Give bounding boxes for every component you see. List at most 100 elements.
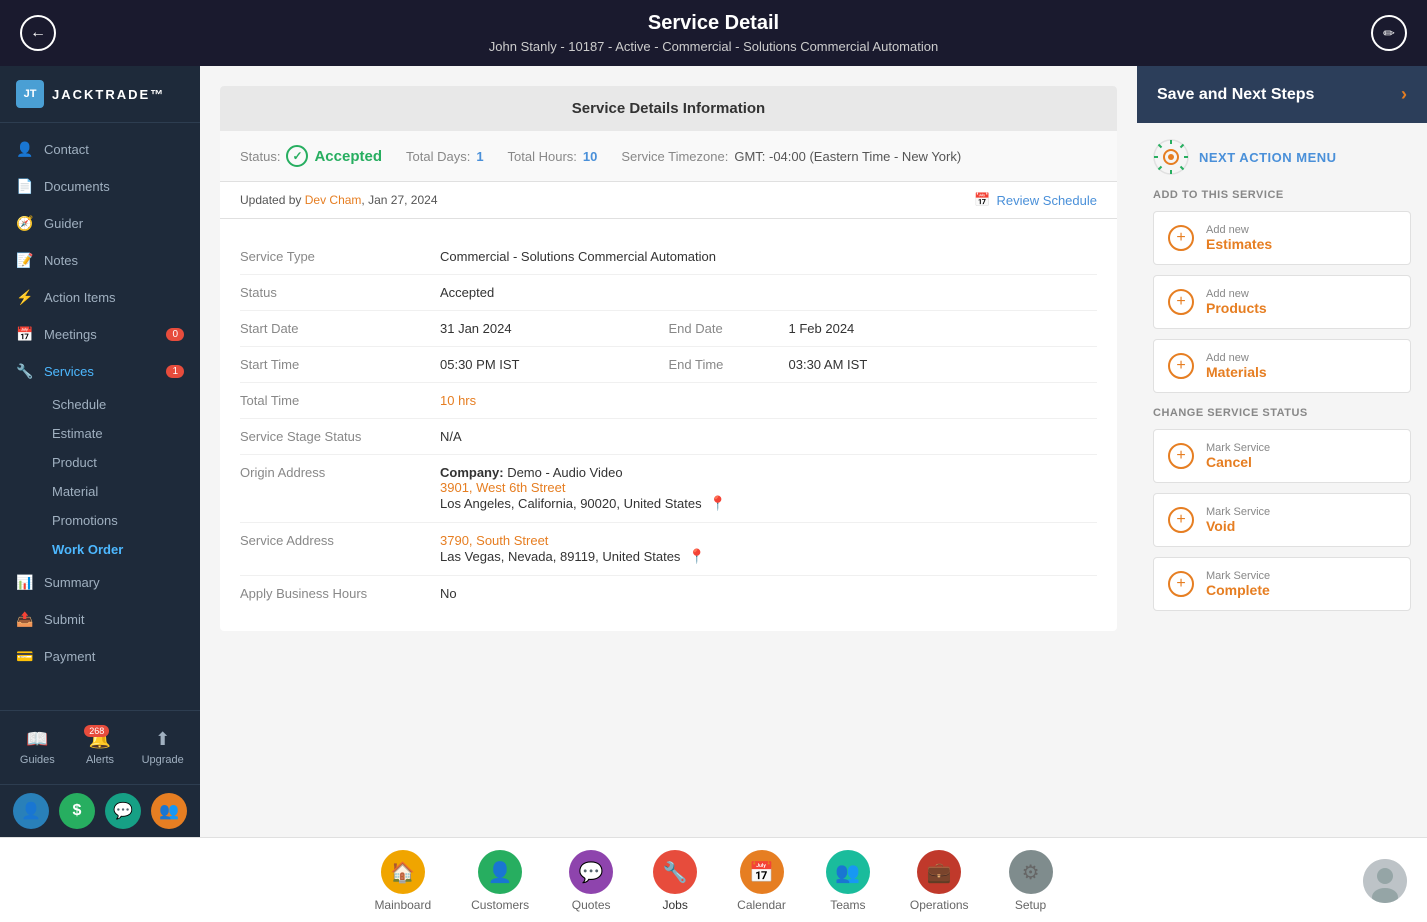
teams-icon: 👥 bbox=[826, 850, 870, 894]
plus-circle-cancel: + bbox=[1168, 443, 1194, 469]
total-days-value: 1 bbox=[476, 149, 483, 164]
user-avatar[interactable] bbox=[1363, 859, 1407, 903]
add-estimates-main: Estimates bbox=[1206, 236, 1272, 252]
nav-operations[interactable]: 💼 Operations bbox=[890, 846, 989, 916]
add-products-button[interactable]: + Add new Products bbox=[1153, 275, 1411, 329]
status-accepted: ✓ Accepted bbox=[286, 145, 382, 167]
services-icon: 🔧 bbox=[16, 363, 34, 380]
sidebar-subitem-product[interactable]: Product bbox=[44, 448, 200, 477]
sidebar-subitem-material[interactable]: Material bbox=[44, 477, 200, 506]
origin-address-line2: Los Angeles, California, 90020, United S… bbox=[440, 495, 1097, 512]
service-address-line1: 3790, South Street bbox=[440, 533, 1097, 548]
end-time-col: End Time 03:30 AM IST bbox=[669, 357, 1098, 372]
service-updated-bar: Updated by Dev Cham, Jan 27, 2024 📅 Revi… bbox=[220, 182, 1117, 219]
total-days-label: Total Days: bbox=[406, 149, 470, 164]
mainboard-icon: 🏠 bbox=[381, 850, 425, 894]
sidebar-subitem-schedule[interactable]: Schedule bbox=[44, 390, 200, 419]
updated-by-name[interactable]: Dev Cham bbox=[305, 193, 362, 207]
sidebar-item-contact[interactable]: 👤 Contact bbox=[0, 131, 200, 168]
sidebar-bottom-icons: 👤 $ 💬 👥 bbox=[0, 784, 200, 837]
nav-teams[interactable]: 👥 Teams bbox=[806, 846, 890, 916]
sidebar-subitem-estimate[interactable]: Estimate bbox=[44, 419, 200, 448]
service-type-value: Commercial - Solutions Commercial Automa… bbox=[440, 249, 1097, 264]
guider-icon: 🧭 bbox=[16, 215, 34, 232]
nav-customers[interactable]: 👤 Customers bbox=[451, 846, 549, 916]
start-date-label: Start Date bbox=[240, 321, 440, 336]
save-next-button[interactable]: Save and Next Steps › bbox=[1137, 66, 1427, 123]
review-schedule-button[interactable]: 📅 Review Schedule bbox=[974, 192, 1097, 208]
calendar-label: Calendar bbox=[737, 898, 786, 912]
sidebar-subitem-work-order[interactable]: Work Order bbox=[44, 535, 200, 564]
sidebar-action-items-label: Action Items bbox=[44, 290, 116, 305]
group-bottom-icon[interactable]: 👥 bbox=[151, 793, 187, 829]
end-time-value: 03:30 AM IST bbox=[789, 357, 1098, 372]
sidebar-item-summary[interactable]: 📊 Summary bbox=[0, 564, 200, 601]
operations-label: Operations bbox=[910, 898, 969, 912]
stage-status-row: Service Stage Status N/A bbox=[240, 419, 1097, 455]
nav-mainboard[interactable]: 🏠 Mainboard bbox=[354, 846, 451, 916]
origin-address-text: Los Angeles, California, 90020, United S… bbox=[440, 496, 702, 511]
sidebar-submenu: Schedule Estimate Product Material Promo… bbox=[0, 390, 200, 564]
setup-label: Setup bbox=[1015, 898, 1046, 912]
edit-button[interactable]: ✏ bbox=[1371, 15, 1407, 51]
guides-label: Guides bbox=[20, 754, 55, 766]
services-badge: 1 bbox=[166, 365, 184, 378]
add-estimates-button[interactable]: + Add new Estimates bbox=[1153, 211, 1411, 265]
status-value: Accepted bbox=[314, 148, 382, 165]
chat-bottom-icon[interactable]: 💬 bbox=[105, 793, 141, 829]
mark-service-cancel-button[interactable]: + Mark Service Cancel bbox=[1153, 429, 1411, 483]
sidebar-footer: 📖 Guides 🔔 268 Alerts ⬆ Upgrade bbox=[0, 710, 200, 784]
alerts-button[interactable]: 🔔 268 Alerts bbox=[71, 723, 130, 772]
sidebar-documents-label: Documents bbox=[44, 179, 110, 194]
sidebar-item-guider[interactable]: 🧭 Guider bbox=[0, 205, 200, 242]
end-date-label: End Date bbox=[669, 321, 789, 336]
page-title: Service Detail bbox=[60, 12, 1367, 35]
guides-icon: 📖 bbox=[26, 729, 48, 750]
avatar-image bbox=[1363, 859, 1407, 903]
sidebar-item-notes[interactable]: 📝 Notes bbox=[0, 242, 200, 279]
sidebar-item-action-items[interactable]: ⚡ Action Items bbox=[0, 279, 200, 316]
contact-icon: 👤 bbox=[16, 141, 34, 158]
plus-circle-materials: + bbox=[1168, 353, 1194, 379]
quotes-icon: 💬 bbox=[569, 850, 613, 894]
plus-circle-complete: + bbox=[1168, 571, 1194, 597]
updated-date: Jan 27, 2024 bbox=[368, 193, 437, 207]
sidebar-item-documents[interactable]: 📄 Documents bbox=[0, 168, 200, 205]
sidebar-item-services[interactable]: 🔧 Services 1 bbox=[0, 353, 200, 390]
right-panel: Save and Next Steps › bbox=[1137, 66, 1427, 837]
payment-icon: 💳 bbox=[16, 648, 34, 665]
nav-jobs[interactable]: 🔧 Jobs bbox=[633, 846, 717, 916]
total-time-value: 10 hrs bbox=[440, 393, 1097, 408]
sidebar-item-meetings[interactable]: 📅 Meetings 0 bbox=[0, 316, 200, 353]
sidebar-summary-label: Summary bbox=[44, 575, 100, 590]
calendar-icon: 📅 bbox=[974, 192, 990, 208]
back-button[interactable]: ← bbox=[20, 15, 56, 51]
start-date-col: Start Date 31 Jan 2024 bbox=[240, 321, 669, 336]
service-address-text: Las Vegas, Nevada, 89119, United States bbox=[440, 549, 680, 564]
next-action-header: NEXT ACTION MENU bbox=[1153, 139, 1411, 175]
origin-address-line1: 3901, West 6th Street bbox=[440, 480, 1097, 495]
upgrade-button[interactable]: ⬆ Upgrade bbox=[133, 723, 192, 772]
mark-service-complete-button[interactable]: + Mark Service Complete bbox=[1153, 557, 1411, 611]
dollar-bottom-icon[interactable]: $ bbox=[59, 793, 95, 829]
guides-button[interactable]: 📖 Guides bbox=[8, 723, 67, 772]
end-date-value: 1 Feb 2024 bbox=[789, 321, 1098, 336]
add-products-main: Products bbox=[1206, 300, 1267, 316]
add-materials-button[interactable]: + Add new Materials bbox=[1153, 339, 1411, 393]
sidebar-item-payment[interactable]: 💳 Payment bbox=[0, 638, 200, 675]
status-field-value: Accepted bbox=[440, 285, 1097, 300]
next-action-title: NEXT ACTION MENU bbox=[1199, 150, 1337, 165]
sidebar-item-submit[interactable]: 📤 Submit bbox=[0, 601, 200, 638]
nav-quotes[interactable]: 💬 Quotes bbox=[549, 846, 633, 916]
sidebar-payment-label: Payment bbox=[44, 649, 95, 664]
service-address-row: Service Address 3790, South Street Las V… bbox=[240, 523, 1097, 576]
mark-service-void-button[interactable]: + Mark Service Void bbox=[1153, 493, 1411, 547]
person-bottom-icon[interactable]: 👤 bbox=[13, 793, 49, 829]
sidebar-subitem-promotions[interactable]: Promotions bbox=[44, 506, 200, 535]
customers-icon: 👤 bbox=[478, 850, 522, 894]
updated-text: Updated by Dev Cham, Jan 27, 2024 bbox=[240, 193, 438, 207]
origin-address-label: Origin Address bbox=[240, 465, 440, 480]
service-address-value: 3790, South Street Las Vegas, Nevada, 89… bbox=[440, 533, 1097, 565]
nav-setup[interactable]: ⚙ Setup bbox=[989, 846, 1073, 916]
nav-calendar[interactable]: 📅 Calendar bbox=[717, 846, 806, 916]
